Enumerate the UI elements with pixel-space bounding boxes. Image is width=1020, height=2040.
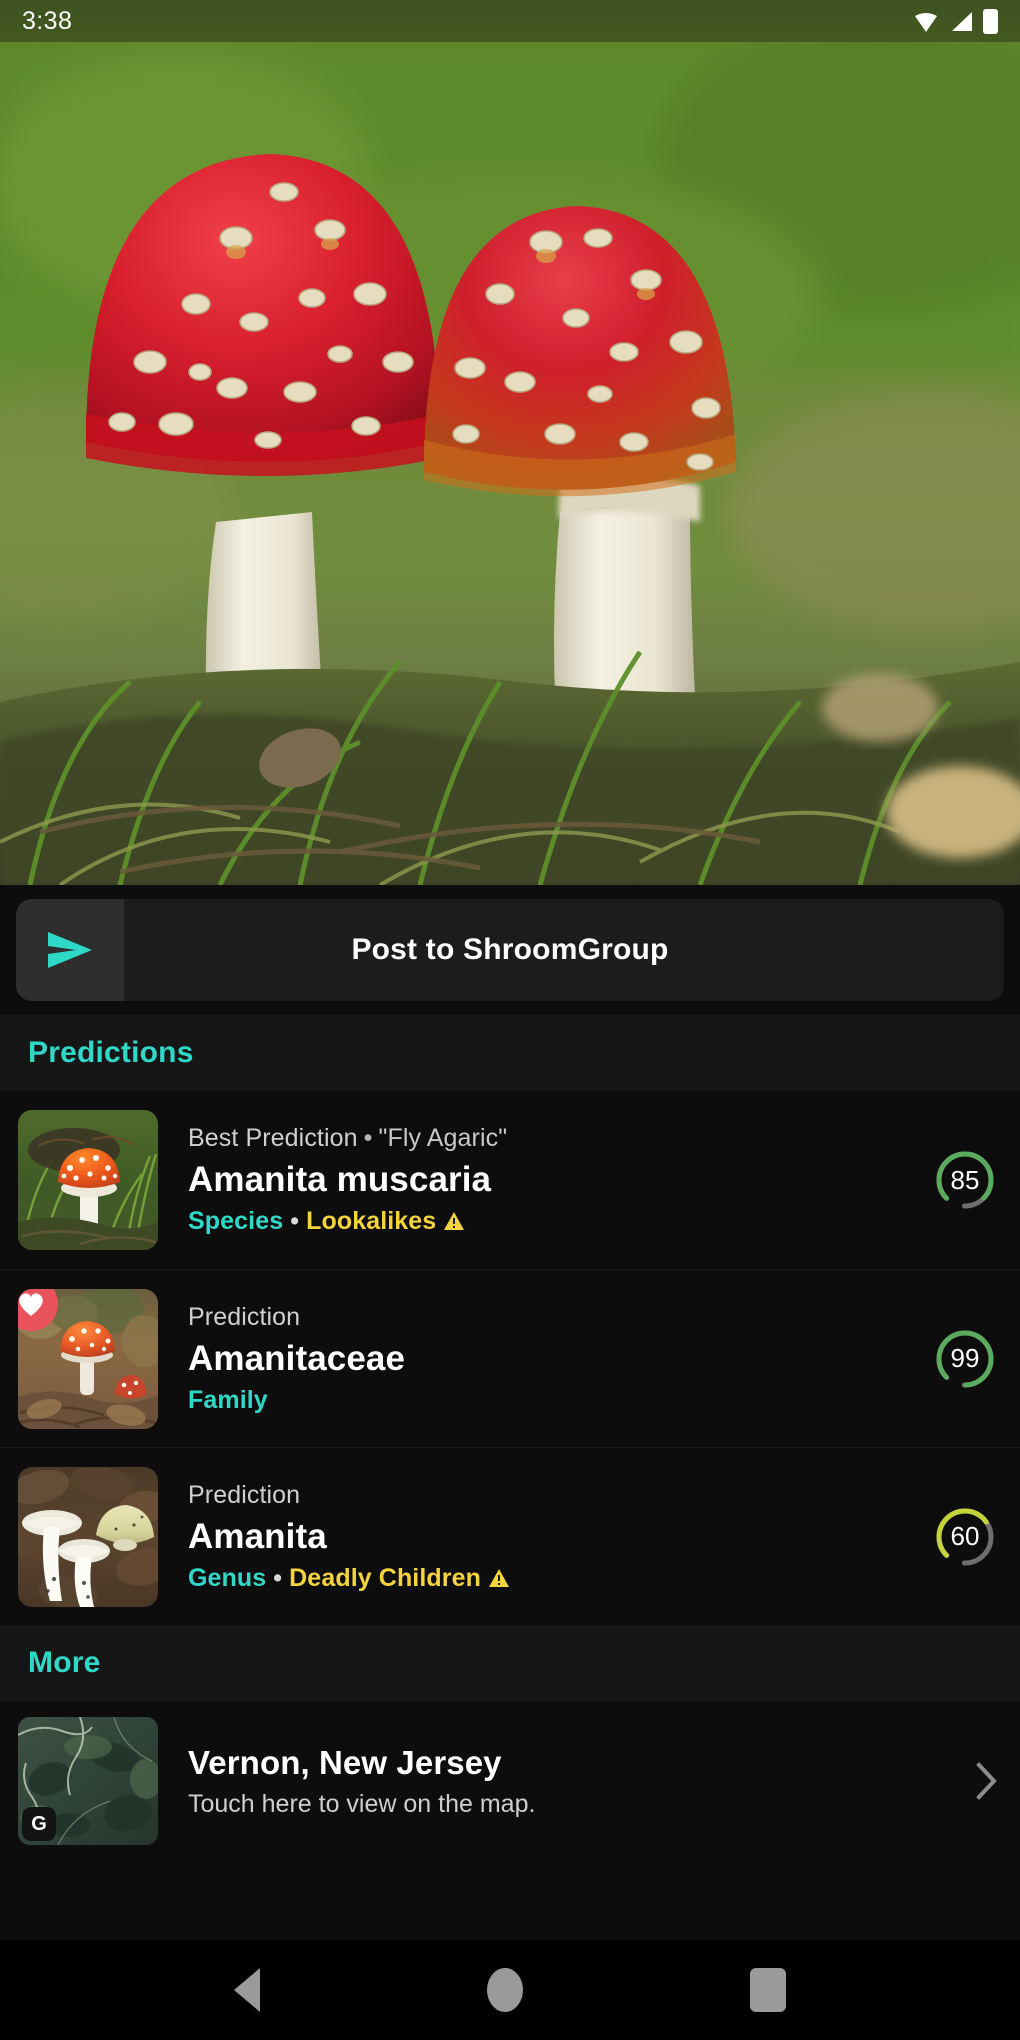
status-bar: 3:38	[0, 0, 1020, 42]
predictions-section: Predictions Best Prediction • "Fly Agari…	[0, 1015, 1020, 1861]
score-value: 85	[950, 1164, 980, 1195]
confidence-score-badge: 85	[934, 1149, 996, 1211]
prediction-kicker-label: Best Prediction	[188, 1124, 358, 1152]
location-subtitle: Touch here to view on the map.	[188, 1789, 536, 1818]
predictions-header-label: Predictions	[28, 1036, 194, 1069]
meta-separator: •	[273, 1563, 283, 1592]
android-nav-bar	[0, 1940, 1020, 2040]
confidence-score-badge: 60	[934, 1506, 996, 1568]
map-thumbnail[interactable]: G	[18, 1717, 158, 1845]
prediction-warning[interactable]: Deadly Children	[289, 1564, 481, 1592]
prediction-thumbnail[interactable]	[18, 1110, 158, 1250]
prediction-text: Prediction Amanita Genus • Deadly Children	[158, 1481, 934, 1593]
prediction-title: Amanitaceae	[188, 1338, 406, 1378]
prediction-meta: Species • Lookalikes	[188, 1207, 934, 1236]
more-header-label: More	[28, 1646, 101, 1679]
predictions-section-header: Predictions	[0, 1015, 1020, 1091]
back-icon[interactable]	[233, 1968, 260, 2012]
warning-triangle-icon	[444, 1212, 465, 1230]
location-row[interactable]: G Vernon, New Jersey Touch here to view …	[0, 1701, 1020, 1861]
prediction-row[interactable]: Best Prediction • "Fly Agaric" Amanita mus…	[0, 1091, 1020, 1269]
signal-icon	[952, 12, 972, 31]
more-section-header: More	[0, 1625, 1020, 1701]
prediction-row[interactable]: Prediction Amanita Genus • Deadly Children…	[0, 1447, 1020, 1625]
status-time: 3:38	[22, 6, 73, 35]
confidence-score-badge: 99	[934, 1328, 996, 1390]
location-title: Vernon, New Jersey	[188, 1743, 502, 1781]
location-text: Vernon, New Jersey Touch here to view on…	[158, 1744, 976, 1819]
prediction-common-name: "Fly Agaric"	[378, 1124, 508, 1152]
content-filler	[0, 1867, 1020, 1940]
mushroom-photo	[0, 42, 1020, 885]
warning-triangle-icon	[488, 1568, 509, 1587]
prediction-rank[interactable]: Species	[188, 1207, 283, 1235]
prediction-title: Amanita muscaria	[188, 1160, 492, 1199]
meta-separator: •	[290, 1207, 300, 1235]
chevron-right-icon[interactable]	[976, 1762, 998, 1800]
prediction-kicker-label: Prediction	[188, 1480, 301, 1509]
post-bar: Post to ShroomGroup	[0, 885, 1020, 1015]
app-screen: 3:38 Post to ShroomGroup Predictions Bes…	[0, 0, 1020, 2040]
score-value: 99	[950, 1343, 980, 1373]
prediction-title: Amanita	[188, 1516, 327, 1556]
prediction-rank[interactable]: Family	[188, 1386, 268, 1414]
post-to-shroomgroup-button[interactable]: Post to ShroomGroup	[16, 899, 1004, 1001]
prediction-thumbnail[interactable]	[18, 1466, 158, 1607]
send-icon	[48, 932, 92, 968]
prediction-meta: Family	[188, 1386, 934, 1415]
status-icon-group	[913, 8, 998, 34]
google-attribution-badge: G	[22, 1807, 56, 1841]
prediction-thumbnail[interactable]	[18, 1288, 158, 1429]
amanita-muscaria-thumb	[18, 1110, 158, 1250]
amanita-genus-thumb	[18, 1466, 158, 1607]
recents-icon[interactable]	[750, 1968, 787, 2012]
prediction-row[interactable]: Prediction Amanitaceae Family 99	[0, 1269, 1020, 1447]
prediction-kicker: Best Prediction • "Fly Agaric"	[188, 1124, 934, 1153]
prediction-warning[interactable]: Lookalikes	[306, 1207, 436, 1235]
send-icon-container[interactable]	[16, 899, 124, 1001]
prediction-meta: Genus • Deadly Children	[188, 1564, 934, 1593]
home-icon[interactable]	[486, 1968, 523, 2012]
prediction-kicker: Prediction	[188, 1303, 934, 1332]
prediction-text: Prediction Amanitaceae Family	[158, 1303, 934, 1415]
observation-photo[interactable]	[0, 42, 1020, 885]
battery-icon	[983, 8, 998, 34]
score-value: 60	[950, 1521, 980, 1551]
prediction-rank[interactable]: Genus	[188, 1564, 266, 1592]
prediction-text: Best Prediction • "Fly Agaric" Amanita mus…	[158, 1124, 934, 1236]
wifi-icon	[915, 13, 937, 32]
kicker-separator: •	[363, 1124, 373, 1152]
prediction-kicker-label: Prediction	[188, 1302, 301, 1331]
post-button-label: Post to ShroomGroup	[351, 933, 669, 966]
prediction-kicker: Prediction	[188, 1481, 934, 1510]
heart-icon	[19, 1292, 43, 1316]
